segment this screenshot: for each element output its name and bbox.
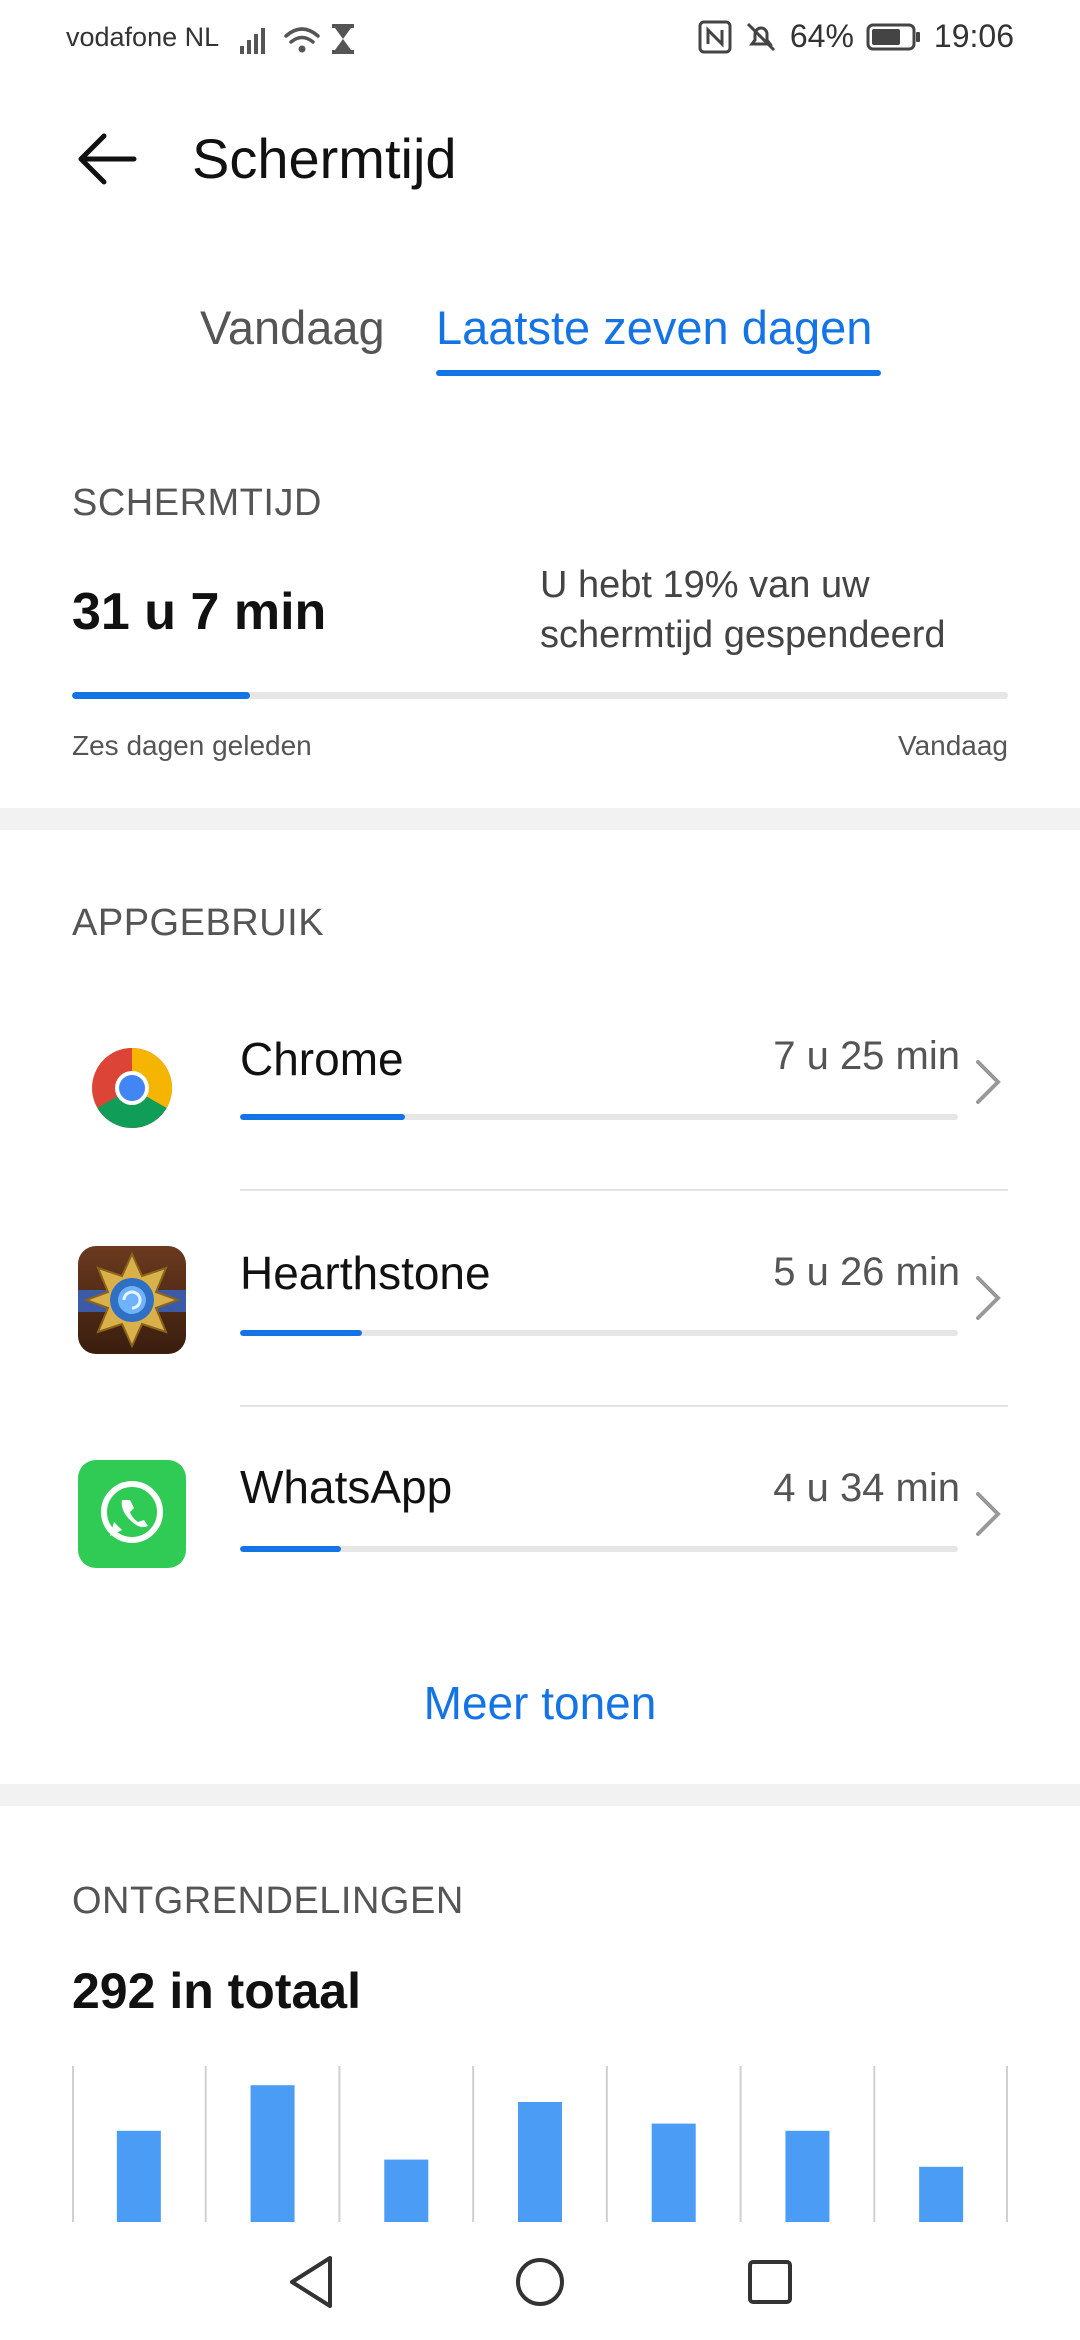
unlocks-section-label: ONTGRENDELINGEN bbox=[72, 1880, 464, 1922]
show-more-button[interactable]: Meer tonen bbox=[0, 1676, 1080, 1730]
row-separator bbox=[240, 1189, 1008, 1191]
screen-time-progress-track bbox=[72, 692, 1008, 699]
bell-muted-icon bbox=[746, 22, 775, 51]
chevron-right-icon bbox=[976, 1060, 1001, 1104]
app-usage-track bbox=[240, 1546, 958, 1552]
status-time: 19:06 bbox=[933, 18, 1014, 54]
tab-last-seven-days[interactable]: Laatste zeven dagen bbox=[436, 300, 872, 355]
screen-time-progress-fill bbox=[72, 692, 250, 699]
app-usage-track bbox=[240, 1330, 958, 1336]
unlock-bar bbox=[384, 2159, 429, 2222]
signal-wifi-hourglass-icons bbox=[240, 24, 354, 54]
app-row-whatsapp[interactable]: WhatsApp 4 u 34 min bbox=[0, 1432, 1080, 1622]
range-end-label: Vandaag bbox=[897, 730, 1008, 761]
app-time: 7 u 25 min bbox=[773, 1034, 960, 1078]
tab-today[interactable]: Vandaag bbox=[200, 300, 385, 355]
chrome-icon bbox=[78, 1034, 186, 1142]
active-tab-indicator bbox=[436, 370, 881, 376]
unlock-bar bbox=[518, 2102, 562, 2222]
row-separator bbox=[240, 1405, 1008, 1407]
app-time: 4 u 34 min bbox=[773, 1466, 960, 1510]
nav-back-icon[interactable] bbox=[284, 2252, 340, 2312]
unlock-bar bbox=[116, 2130, 161, 2222]
battery-percent: 64% bbox=[789, 18, 854, 54]
nav-home-icon[interactable] bbox=[512, 2252, 568, 2312]
unlocks-chart bbox=[72, 2066, 1008, 2222]
section-divider bbox=[0, 1784, 1080, 1806]
app-usage-fill bbox=[240, 1330, 363, 1336]
unlock-bar bbox=[651, 2123, 696, 2222]
battery-icon bbox=[866, 23, 920, 50]
back-button[interactable] bbox=[72, 124, 142, 194]
status-icons-left bbox=[240, 22, 360, 61]
nfc-icon bbox=[698, 20, 732, 53]
status-bar: vodafone NL 64% 19:06 bbox=[0, 0, 1080, 76]
app-usage-fill bbox=[240, 1114, 406, 1120]
app-name: Chrome bbox=[240, 1033, 404, 1085]
app-name: WhatsApp bbox=[240, 1461, 453, 1513]
unlocks-total: 292 in totaal bbox=[72, 1963, 361, 2019]
range-start-label: Zes dagen geleden bbox=[72, 730, 312, 761]
chevron-right-icon bbox=[976, 1492, 1001, 1536]
screen-time-percent-text: U hebt 19% van uw schermtijd gespendeerd bbox=[540, 564, 946, 656]
app-name: Hearthstone bbox=[240, 1247, 491, 1299]
screen-time-section-label: SCHERMTIJD bbox=[72, 482, 322, 524]
section-divider bbox=[0, 808, 1080, 830]
back-arrow-icon bbox=[78, 133, 137, 185]
unlock-bar bbox=[785, 2130, 830, 2222]
page-title: Schermtijd bbox=[192, 127, 457, 190]
hearthstone-icon bbox=[78, 1246, 186, 1354]
unlock-bar bbox=[250, 2085, 295, 2222]
carrier-label: vodafone NL bbox=[66, 22, 220, 52]
navigation-bar bbox=[0, 2232, 1080, 2340]
whatsapp-icon bbox=[78, 1460, 186, 1568]
app-row-hearthstone[interactable]: Hearthstone 5 u 26 min bbox=[0, 1216, 1080, 1406]
app-row-chrome[interactable]: Chrome 7 u 25 min bbox=[0, 1000, 1080, 1190]
screen-time-total: 31 u 7 min bbox=[72, 583, 327, 641]
app-usage-section-label: APPGEBRUIK bbox=[72, 902, 325, 944]
status-right: 64% 19:06 bbox=[698, 18, 1014, 55]
unlock-bar bbox=[919, 2166, 964, 2222]
nav-recents-icon[interactable] bbox=[742, 2252, 798, 2312]
chevron-right-icon bbox=[976, 1276, 1001, 1320]
app-usage-fill bbox=[240, 1546, 341, 1552]
app-usage-track bbox=[240, 1114, 958, 1120]
app-time: 5 u 26 min bbox=[773, 1250, 960, 1294]
